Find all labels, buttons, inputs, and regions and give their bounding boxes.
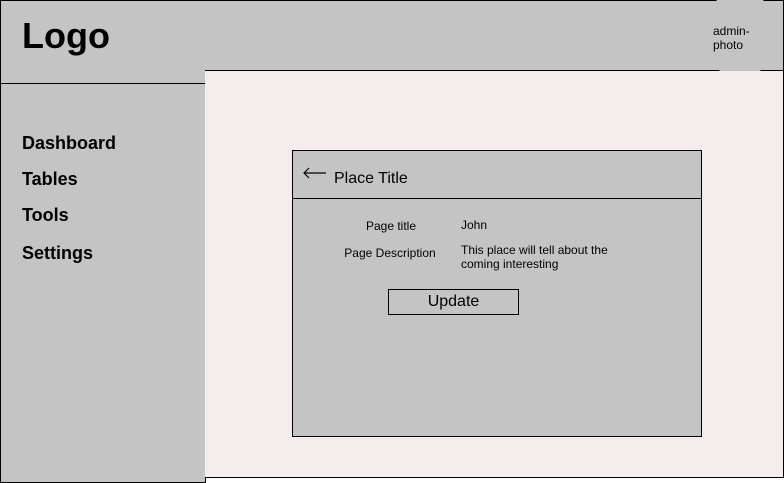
sidebar-item-settings[interactable]: Settings — [22, 243, 93, 264]
update-button[interactable]: Update — [388, 289, 519, 315]
sidebar-item-dashboard[interactable]: Dashboard — [22, 133, 116, 154]
logo[interactable]: Logo — [22, 15, 110, 57]
edit-place-card: Place Title Page title John Page Descrip… — [292, 150, 702, 437]
sidebar: Logo Dashboard Tables Tools Settings — [0, 0, 206, 483]
main-content: Place Title Page title John Page Descrip… — [205, 71, 784, 478]
page-description-value[interactable]: This place will tell about the coming in… — [461, 243, 611, 271]
card-title: Place Title — [334, 170, 408, 187]
sidebar-item-tables[interactable]: Tables — [22, 169, 78, 190]
top-header: admin-photo — [205, 0, 784, 79]
page-title-label: Page title — [365, 219, 417, 233]
page-title-value[interactable]: John — [461, 218, 611, 232]
logo-area: Logo — [1, 1, 205, 84]
card-header: Place Title — [293, 151, 701, 199]
page-description-label: Page Description — [344, 246, 436, 260]
admin-photo-label: admin-photo — [713, 24, 750, 52]
sidebar-item-tools[interactable]: Tools — [22, 205, 69, 226]
admin-avatar[interactable]: admin-photo — [705, 0, 775, 79]
arrow-left-icon[interactable] — [303, 165, 327, 181]
